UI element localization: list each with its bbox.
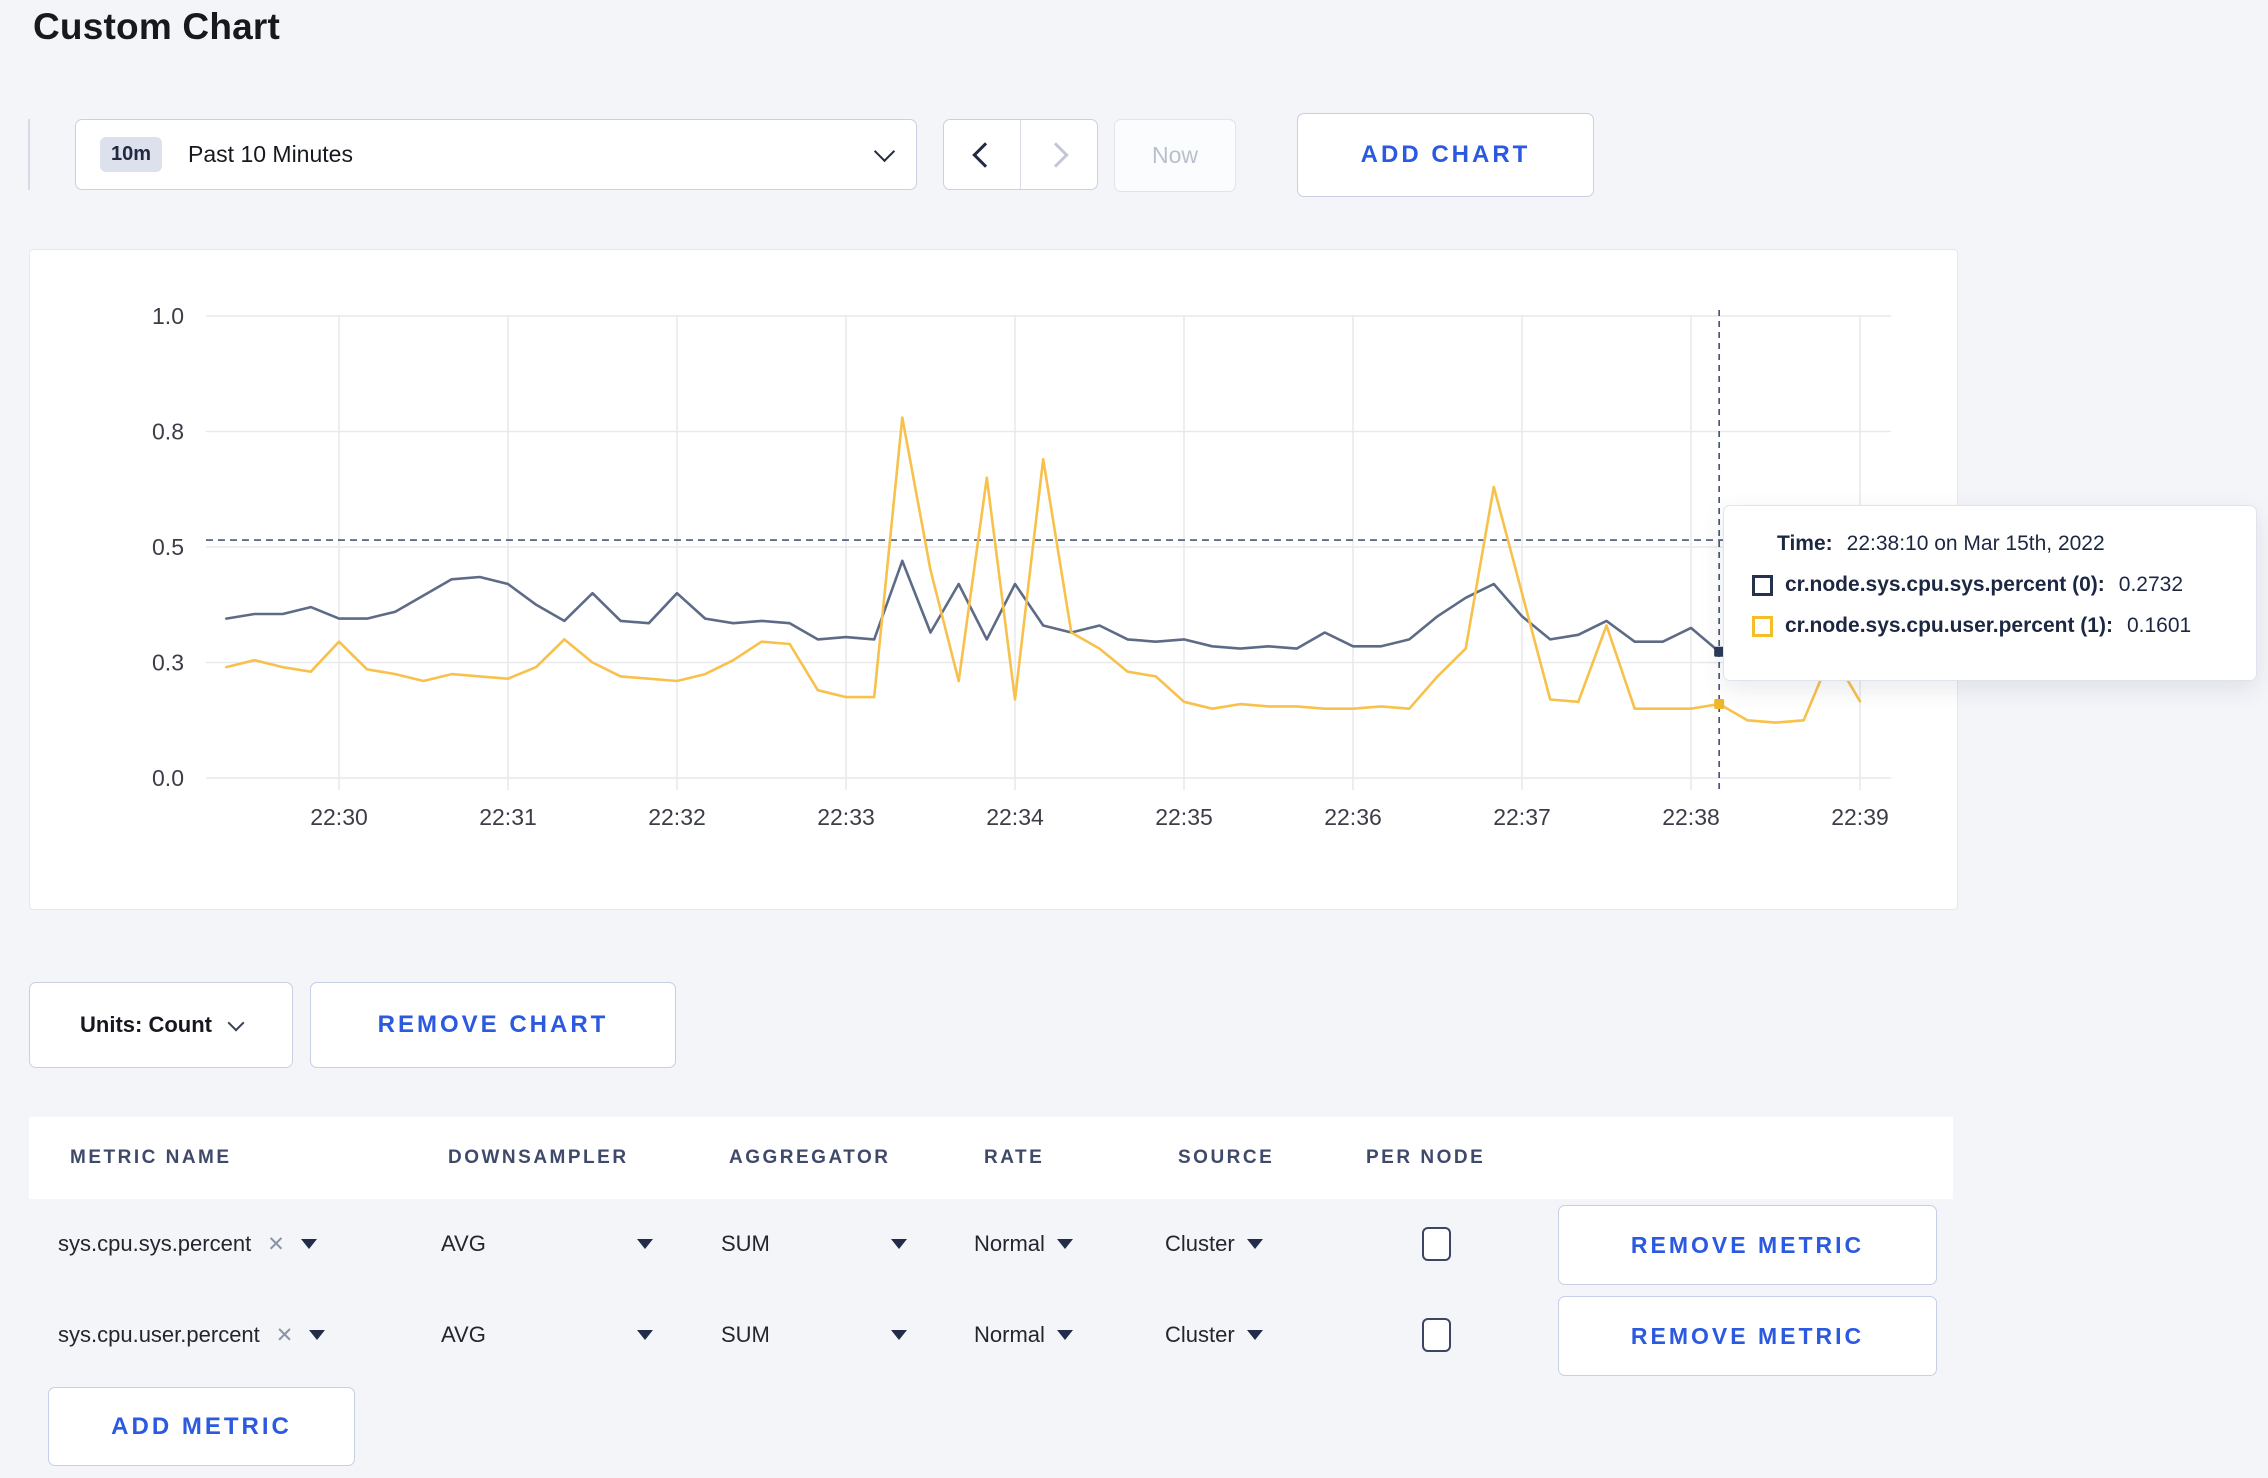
column-header-source: SOURCE — [1178, 1147, 1275, 1168]
dropdown-arrow-icon[interactable] — [1246, 1239, 1263, 1249]
metric-table-header: METRIC NAME DOWNSAMPLER AGGREGATOR RATE … — [29, 1117, 1953, 1199]
metric-name-label: sys.cpu.sys.percent — [58, 1231, 252, 1256]
chevron-down-icon — [873, 140, 896, 163]
tooltip-time-label: Time: — [1777, 532, 1833, 555]
downsampler-value: AVG — [441, 1231, 486, 1256]
rate-select[interactable]: Normal — [974, 1294, 1073, 1376]
metric-name-select[interactable]: sys.cpu.sys.percent ✕ — [58, 1203, 317, 1285]
tooltip-series-value: 0.1601 — [2126, 614, 2192, 637]
tooltip-time-row: Time: 22:38:10 on Mar 15th, 2022 — [1777, 532, 2228, 556]
column-header-downsampler: DOWNSAMPLER — [448, 1147, 629, 1168]
chart-tooltip: Time: 22:38:10 on Mar 15th, 2022 cr.node.… — [1723, 505, 2257, 681]
aggregator-value: SUM — [721, 1322, 770, 1347]
units-dropdown[interactable]: Units: Count — [29, 982, 293, 1068]
chart-card: 1.0 0.8 0.5 0.3 0.0 22:30 22:31 22:32 22:33 22:34… — [29, 249, 1958, 910]
chevron-down-icon — [227, 1014, 245, 1031]
dropdown-arrow-icon[interactable] — [1246, 1330, 1263, 1340]
tooltip-series-name: cr.node.sys.cpu.user.percent (1): — [1785, 614, 2113, 637]
column-header-aggregator: AGGREGATOR — [729, 1147, 891, 1168]
downsampler-select[interactable]: AVG — [441, 1203, 653, 1285]
x-axis-tick-label: 22:34 — [986, 804, 1044, 830]
remove-chart-button[interactable]: REMOVE CHART — [310, 982, 676, 1068]
x-axis-tick-label: 22:37 — [1493, 804, 1551, 830]
close-icon[interactable]: ✕ — [276, 1323, 294, 1348]
close-icon[interactable]: ✕ — [267, 1232, 285, 1257]
dropdown-arrow-icon[interactable] — [891, 1330, 907, 1340]
tooltip-series-name: cr.node.sys.cpu.sys.percent (0): — [1785, 573, 2105, 596]
aggregator-select[interactable]: SUM — [721, 1294, 907, 1376]
time-forward-button[interactable] — [1020, 120, 1097, 189]
source-value: Cluster — [1165, 1322, 1235, 1347]
remove-metric-button[interactable]: REMOVE METRIC — [1558, 1205, 1937, 1285]
dropdown-arrow-icon[interactable] — [1056, 1330, 1073, 1340]
y-axis-tick-label: 0.3 — [152, 650, 184, 676]
time-range-dropdown[interactable]: 10m Past 10 Minutes — [75, 119, 917, 190]
tooltip-series-row: cr.node.sys.cpu.sys.percent (0): 0.2732 — [1752, 573, 2228, 597]
dropdown-arrow-icon[interactable] — [891, 1239, 907, 1249]
dropdown-arrow-icon[interactable] — [637, 1239, 653, 1249]
per-node-cell — [1422, 1203, 1451, 1285]
y-axis-tick-label: 0.5 — [152, 534, 184, 560]
metric-table-row: sys.cpu.user.percent ✕ AVG SUM Normal Cluster… — [29, 1294, 1953, 1376]
now-button[interactable]: Now — [1114, 119, 1236, 192]
toolbar-left-divider — [28, 119, 30, 190]
y-axis-tick-label: 0.8 — [152, 419, 184, 445]
x-axis-tick-label: 22:30 — [310, 804, 368, 830]
aggregator-select[interactable]: SUM — [721, 1203, 907, 1285]
series-line — [225, 559, 1862, 662]
dropdown-arrow-icon[interactable] — [637, 1330, 653, 1340]
hover-point-marker — [1714, 699, 1725, 710]
series-swatch-icon — [1752, 615, 1773, 637]
time-back-button[interactable] — [944, 120, 1020, 189]
rate-value: Normal — [974, 1231, 1045, 1256]
metric-name-label: sys.cpu.user.percent — [58, 1322, 260, 1347]
tooltip-time-value: 22:38:10 on Mar 15th, 2022 — [1846, 532, 2105, 555]
x-axis-tick-label: 22:33 — [817, 804, 875, 830]
downsampler-value: AVG — [441, 1322, 486, 1347]
units-label: Units: Count — [80, 1012, 212, 1037]
series-swatch-icon — [1752, 574, 1773, 596]
remove-metric-button[interactable]: REMOVE METRIC — [1558, 1296, 1937, 1376]
y-axis-tick-label: 0.0 — [152, 765, 184, 791]
dropdown-arrow-icon[interactable] — [309, 1330, 326, 1340]
downsampler-select[interactable]: AVG — [441, 1294, 653, 1376]
x-axis-tick-label: 22:32 — [648, 804, 706, 830]
column-header-rate: RATE — [984, 1147, 1045, 1168]
custom-chart-page: Custom Chart 10m Past 10 Minutes Now ADD… — [0, 0, 2268, 1478]
chevron-left-icon — [972, 141, 998, 168]
tooltip-series-value: 0.2732 — [2118, 573, 2184, 596]
x-axis-tick-label: 22:38 — [1662, 804, 1720, 830]
rate-value: Normal — [974, 1322, 1045, 1347]
per-node-cell — [1422, 1294, 1451, 1376]
add-chart-button[interactable]: ADD CHART — [1297, 113, 1594, 197]
time-range-label: Past 10 Minutes — [188, 141, 353, 167]
page-title: Custom Chart — [33, 6, 281, 47]
per-node-checkbox[interactable] — [1422, 1318, 1451, 1352]
series-line — [225, 416, 1862, 724]
add-metric-button[interactable]: ADD METRIC — [48, 1387, 355, 1466]
x-axis-tick-label: 22:35 — [1155, 804, 1213, 830]
dropdown-arrow-icon[interactable] — [1056, 1239, 1073, 1249]
column-header-per-node: PER NODE — [1366, 1147, 1486, 1168]
rate-select[interactable]: Normal — [974, 1203, 1073, 1285]
time-range-badge: 10m — [100, 137, 163, 172]
time-nav-arrows — [943, 119, 1098, 190]
tooltip-series-rows: cr.node.sys.cpu.sys.percent (0): 0.2732 cr… — [1752, 573, 2228, 638]
y-axis-tick-label: 1.0 — [152, 303, 184, 329]
x-axis-tick-label: 22:36 — [1324, 804, 1382, 830]
x-axis-tick-label: 22:39 — [1831, 804, 1889, 830]
source-select[interactable]: Cluster — [1165, 1294, 1263, 1376]
x-axis-tick-label: 22:31 — [479, 804, 537, 830]
chart-svg[interactable]: 1.0 0.8 0.5 0.3 0.0 22:30 22:31 22:32 22:33 22:34… — [30, 250, 1955, 907]
per-node-checkbox[interactable] — [1422, 1227, 1451, 1261]
aggregator-value: SUM — [721, 1231, 770, 1256]
metric-table-row: sys.cpu.sys.percent ✕ AVG SUM Normal Cluster R… — [29, 1203, 1953, 1285]
source-select[interactable]: Cluster — [1165, 1203, 1263, 1285]
source-value: Cluster — [1165, 1231, 1235, 1256]
chevron-right-icon — [1043, 141, 1069, 168]
tooltip-series-row: cr.node.sys.cpu.user.percent (1): 0.1601 — [1752, 614, 2228, 638]
column-header-metric-name: METRIC NAME — [70, 1147, 232, 1168]
metric-name-select[interactable]: sys.cpu.user.percent ✕ — [58, 1294, 326, 1376]
dropdown-arrow-icon[interactable] — [300, 1239, 317, 1249]
